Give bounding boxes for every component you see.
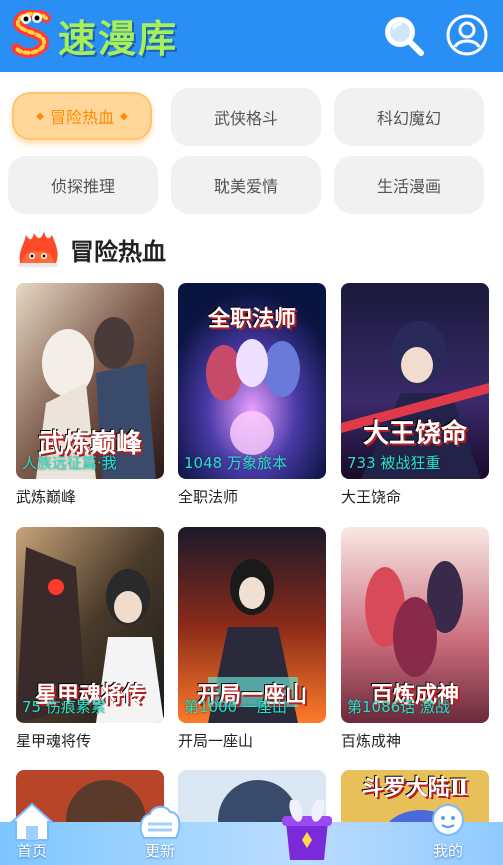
comic-cover[interactable]: 百炼成神 第1086话 激战 — [341, 527, 489, 723]
nav-update[interactable]: 更新 — [130, 800, 190, 865]
nav-label: 首页 — [16, 842, 47, 860]
magic-hat-icon — [282, 798, 332, 860]
comic-name[interactable]: 全职法师 — [178, 486, 326, 507]
comic-card[interactable]: 开局一座山 第1000 一座山 开局一座山 — [178, 527, 326, 751]
comic-name[interactable]: 百炼成神 — [341, 730, 489, 751]
diamond-icon: ◆ — [36, 110, 44, 122]
home-icon — [9, 802, 55, 841]
nav-label: 我的 — [432, 842, 463, 860]
section-title: 冒险热血 — [70, 237, 166, 266]
category-label: 武侠格斗 — [213, 109, 278, 128]
comic-name[interactable]: 武炼巅峰 — [16, 486, 164, 507]
section-header: 冒险热血 — [16, 228, 166, 270]
latest-chapter: 人族远征篇·我 — [22, 454, 117, 472]
comic-name[interactable]: 星甲魂将传 — [16, 730, 164, 751]
category-label: 侦探推理 — [50, 177, 115, 196]
comic-card[interactable]: 全职法师 1048 万象旅本 全职法师 — [178, 283, 326, 507]
comic-cover[interactable]: 武炼巅峰 人族远征篇·我 — [16, 283, 164, 479]
latest-chapter: 733 被战狂重 — [347, 454, 441, 472]
diamond-icon: ◆ — [120, 110, 128, 122]
profile-icon — [432, 804, 464, 836]
bottom-nav: 首页 更新 我的 — [0, 798, 503, 865]
comic-card[interactable]: 百炼成神 第1086话 激战 百炼成神 — [341, 527, 489, 751]
comic-cover[interactable]: 开局一座山 第1000 一座山 — [178, 527, 326, 723]
category-martial-arts[interactable]: 武侠格斗 — [171, 88, 321, 146]
nav-center[interactable] — [272, 798, 342, 865]
category-romance[interactable]: 耽美爱情 — [171, 156, 321, 214]
comic-card[interactable]: 武炼巅峰 人族远征篇·我 武炼巅峰 — [16, 283, 164, 507]
fire-mascot-icon — [18, 231, 58, 267]
comic-cover[interactable]: 全职法师 1048 万象旅本 — [178, 283, 326, 479]
logo-text: 速漫库 — [58, 16, 179, 61]
category-scifi-fantasy[interactable]: 科幻魔幻 — [334, 88, 484, 146]
cover-title: 大王饶命 — [362, 419, 467, 449]
comic-name[interactable]: 大王饶命 — [341, 486, 489, 507]
category-label: 冒险热血 — [49, 108, 114, 127]
category-slice-of-life[interactable]: 生活漫画 — [334, 156, 484, 214]
latest-chapter: 75 伤痕累累 — [22, 698, 106, 716]
nav-mine[interactable]: 我的 — [418, 800, 478, 865]
latest-chapter: 第1086话 激战 — [347, 698, 450, 716]
update-icon — [139, 806, 181, 839]
nav-home[interactable]: 首页 — [2, 800, 62, 865]
nav-label: 更新 — [144, 842, 175, 860]
comic-card[interactable]: 大王饶命 733 被战狂重 大王饶命 — [341, 283, 489, 507]
search-button[interactable] — [380, 12, 426, 58]
comic-cover[interactable]: 大王饶命 733 被战狂重 — [341, 283, 489, 479]
comic-cover[interactable]: 星甲魂将传 75 伤痕累累 — [16, 527, 164, 723]
cover-title: 全职法师 — [207, 306, 296, 332]
app-logo[interactable]: 速漫库 — [10, 6, 178, 64]
category-label: 科幻魔幻 — [376, 109, 441, 128]
latest-chapter: 第1000 一座山 — [184, 698, 287, 716]
category-label: 生活漫画 — [376, 177, 441, 196]
category-label: 耽美爱情 — [213, 177, 278, 196]
user-button[interactable] — [444, 12, 490, 58]
comic-card[interactable]: 星甲魂将传 75 伤痕累累 星甲魂将传 — [16, 527, 164, 751]
category-adventure[interactable]: ◆ 冒险热血 ◆ — [12, 92, 152, 140]
app-header: 速漫库 — [0, 0, 503, 72]
category-detective[interactable]: 侦探推理 — [8, 156, 158, 214]
cover-title: 斗罗大陆Ⅱ — [361, 775, 469, 801]
user-icon — [446, 14, 488, 56]
search-icon — [385, 17, 424, 56]
latest-chapter: 1048 万象旅本 — [184, 454, 287, 472]
logo-mascot-icon — [10, 8, 56, 60]
comic-name[interactable]: 开局一座山 — [178, 730, 326, 751]
